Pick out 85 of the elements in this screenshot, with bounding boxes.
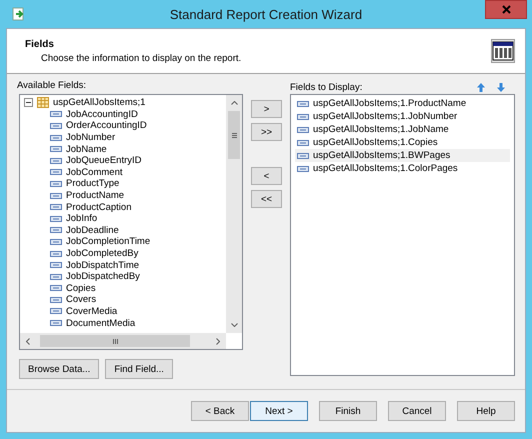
tree-item[interactable]: ProductCaption [66, 202, 132, 213]
wizard-button[interactable]: Cancel [388, 401, 446, 421]
field-icon [297, 152, 309, 158]
action-button[interactable]: Browse Data... [19, 359, 100, 379]
field-icon [50, 320, 62, 326]
field-icon [50, 308, 62, 314]
move-down-icon[interactable] [497, 82, 505, 92]
move-button[interactable]: >> [251, 123, 282, 141]
field-icon [50, 227, 62, 234]
tree-item[interactable]: DocumentMedia [66, 318, 136, 329]
field-icon [50, 169, 62, 176]
field-icon [297, 140, 309, 146]
table-icon [491, 39, 515, 63]
tree-item[interactable]: JobInfo [66, 213, 98, 224]
tree-item[interactable]: JobComment [66, 166, 122, 178]
field-icon [50, 250, 62, 257]
tree-item[interactable]: JobAccountingID [66, 108, 138, 120]
available-fields-tree[interactable] [19, 94, 243, 350]
move-button[interactable]: < [251, 167, 282, 185]
move-up-icon[interactable] [477, 82, 485, 92]
wizard-button[interactable]: Help [457, 401, 515, 421]
page-title: Fields [25, 38, 55, 50]
field-icon [50, 192, 62, 199]
app-icon [12, 7, 26, 21]
wizard-button[interactable]: < Back [191, 401, 249, 421]
scroll-left-icon[interactable] [26, 338, 30, 344]
collapse-icon[interactable] [24, 98, 33, 108]
field-icon [50, 285, 62, 292]
tree-item[interactable]: JobName [66, 144, 107, 155]
tree-item[interactable]: ProductType [66, 178, 120, 190]
grip-icon [112, 338, 118, 344]
close-icon [502, 5, 510, 14]
list-item[interactable]: uspGetAllJobsItems;1.Copies [295, 136, 510, 149]
field-icon [50, 216, 62, 222]
tree-item[interactable]: ProductName [66, 190, 124, 202]
tree-item[interactable]: OrderAccountingID [66, 120, 147, 132]
tree-item[interactable]: JobNumber [66, 132, 116, 144]
tree-item[interactable]: JobDeadline [66, 224, 119, 236]
field-icon [50, 204, 62, 210]
field-icon [50, 111, 62, 118]
tree-item[interactable]: CoverMedia [66, 306, 118, 317]
scroll-up-icon[interactable] [230, 101, 238, 105]
wizard-button[interactable]: Finish [319, 401, 377, 421]
scroll-right-icon[interactable] [216, 338, 220, 344]
field-icon [50, 262, 62, 268]
field-icon [50, 134, 62, 141]
window-title: Standard Report Creation Wizard [168, 6, 364, 22]
field-icon [50, 238, 62, 245]
list-item[interactable]: uspGetAllJobsItems;1.ProductName [295, 97, 510, 110]
grip-icon [232, 132, 236, 138]
tree-item[interactable]: JobQueueEntryID [66, 155, 142, 166]
action-button[interactable]: Find Field... [105, 359, 173, 379]
fields-to-display-label: Fields to Display: [290, 82, 362, 92]
field-icon [297, 100, 309, 106]
move-button[interactable]: << [251, 190, 282, 208]
fields-to-display-list[interactable]: uspGetAllJobsItems;1.ProductName uspGetAllJobsItems;1.JobNumber uspGetAllJobsItems;1.JobName uspGetAllJobsItems;1.Copies uspGetAllJobsItems;1.BWPages uspGetAllJobsItems;1.ColorPages [290, 94, 515, 376]
field-icon [50, 158, 62, 164]
list-item[interactable]: uspGetAllJobsItems;1.ColorPages [295, 162, 510, 175]
list-item[interactable]: uspGetAllJobsItems;1.BWPages [295, 149, 510, 162]
tree-item[interactable]: JobCompletedBy [66, 248, 138, 260]
tree-item[interactable]: Copies [66, 282, 96, 294]
field-icon [297, 126, 309, 132]
tree-item[interactable]: JobDispatchedBy [66, 271, 140, 282]
field-icon [50, 146, 62, 152]
tree-item[interactable]: JobCompletionTime [66, 236, 150, 248]
field-icon [50, 296, 62, 303]
table-icon [37, 97, 49, 108]
tree-item[interactable]: uspGetAllJobsItems;1 [53, 97, 146, 108]
list-item[interactable]: uspGetAllJobsItems;1.JobName [295, 123, 510, 136]
list-item[interactable]: uspGetAllJobsItems;1.JobNumber [295, 110, 510, 123]
field-icon [50, 180, 62, 187]
scroll-down-icon[interactable] [230, 323, 238, 327]
field-icon [297, 114, 309, 120]
field-icon [50, 274, 62, 280]
move-button[interactable]: > [251, 100, 282, 118]
field-icon [50, 122, 62, 129]
tree-item[interactable]: Covers [66, 294, 96, 306]
field-icon [297, 166, 309, 172]
horizontal-scrollbar[interactable] [20, 333, 226, 349]
page-description: Choose the information to display on the report. [40, 52, 242, 64]
close-button[interactable] [485, 0, 527, 19]
available-fields-label: Available Fields: [17, 80, 88, 93]
vertical-scrollbar[interactable] [226, 95, 242, 333]
tree-item[interactable]: JobDispatchTime [66, 260, 140, 271]
wizard-button[interactable]: Next > [250, 401, 308, 421]
